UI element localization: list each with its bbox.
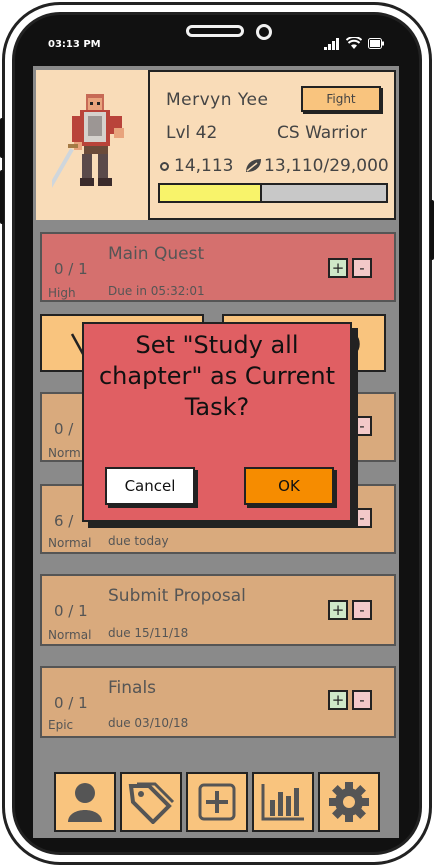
quest-count: 0 / 1	[54, 260, 88, 278]
player-name: Mervyn Yee	[166, 90, 269, 110]
quest-card-submit-proposal[interactable]: 0 / 1 Normal Submit Proposal due 15/11/1…	[40, 574, 396, 646]
xp-progress-fill	[160, 185, 263, 201]
tab-stats[interactable]	[252, 772, 314, 832]
decrement-button[interactable]: -	[352, 258, 372, 278]
dialog-message-line: Set "Study all	[135, 331, 299, 359]
leaf-icon	[246, 159, 261, 172]
volume-button	[0, 170, 4, 224]
player-class: CS Warrior	[277, 123, 367, 143]
dialog-message-line: Task?	[184, 393, 250, 421]
add-icon	[198, 783, 236, 821]
tab-settings[interactable]	[318, 772, 380, 832]
quest-difficulty: Normal	[48, 628, 92, 642]
avatar[interactable]	[36, 70, 150, 220]
decrement-button[interactable]: -	[352, 600, 372, 620]
coin-count: 14,113	[174, 156, 234, 176]
quest-count: 0 /	[54, 420, 74, 438]
battery-icon	[368, 38, 384, 49]
status-time: 03:13 PM	[48, 39, 101, 50]
increment-button[interactable]: +	[328, 600, 348, 620]
dialog-message-line: chapter" as Current	[98, 362, 336, 390]
fight-button[interactable]: Fight	[301, 86, 381, 112]
status-bar: 03:13 PM	[48, 36, 388, 56]
quest-card-main[interactable]: 0 / 1 High Main Quest Due in 05:32:01 + …	[40, 232, 396, 302]
gear-icon	[329, 782, 369, 822]
quest-difficulty: Norm	[48, 446, 81, 460]
xp-count: 13,110/29,000	[264, 156, 389, 176]
quest-due: due today	[108, 534, 169, 548]
tags-icon	[128, 782, 175, 824]
quest-count: 6 /	[54, 512, 74, 530]
quest-card-finals[interactable]: 0 / 1 Epic Finals due 03/10/18 + -	[40, 666, 396, 738]
quest-title: Main Quest	[108, 244, 205, 264]
quest-due: due 03/10/18	[108, 716, 189, 730]
increment-button[interactable]: +	[328, 258, 348, 278]
quest-difficulty: Epic	[48, 718, 74, 732]
quest-due: due 15/11/18	[108, 626, 189, 640]
quest-title: Submit Proposal	[108, 586, 246, 606]
power-button	[430, 200, 434, 260]
side-button	[0, 118, 4, 158]
user-icon	[68, 783, 102, 822]
cancel-button[interactable]: Cancel	[105, 467, 195, 505]
coin-icon	[160, 162, 169, 171]
quest-due: Due in 05:32:01	[108, 284, 205, 298]
quest-title: Finals	[108, 678, 157, 698]
quest-count: 0 / 1	[54, 694, 88, 712]
xp-progress-bar	[158, 183, 388, 203]
player-level: Lvl 42	[166, 123, 218, 143]
warrior-avatar-icon	[52, 94, 124, 191]
tab-profile[interactable]	[54, 772, 116, 832]
signal-icon	[324, 38, 339, 50]
ok-button[interactable]: OK	[244, 467, 334, 505]
increment-button[interactable]: +	[328, 690, 348, 710]
decrement-button[interactable]: -	[352, 690, 372, 710]
stats-icon	[261, 784, 304, 821]
wifi-icon	[346, 37, 362, 49]
tab-add[interactable]	[186, 772, 248, 832]
dialog-message: Set "Study all chapter" as Current Task?	[84, 330, 350, 423]
quest-difficulty: Normal	[48, 536, 92, 550]
tab-tags[interactable]	[120, 772, 182, 832]
quest-difficulty: High	[48, 286, 76, 300]
quest-count: 0 / 1	[54, 602, 88, 620]
